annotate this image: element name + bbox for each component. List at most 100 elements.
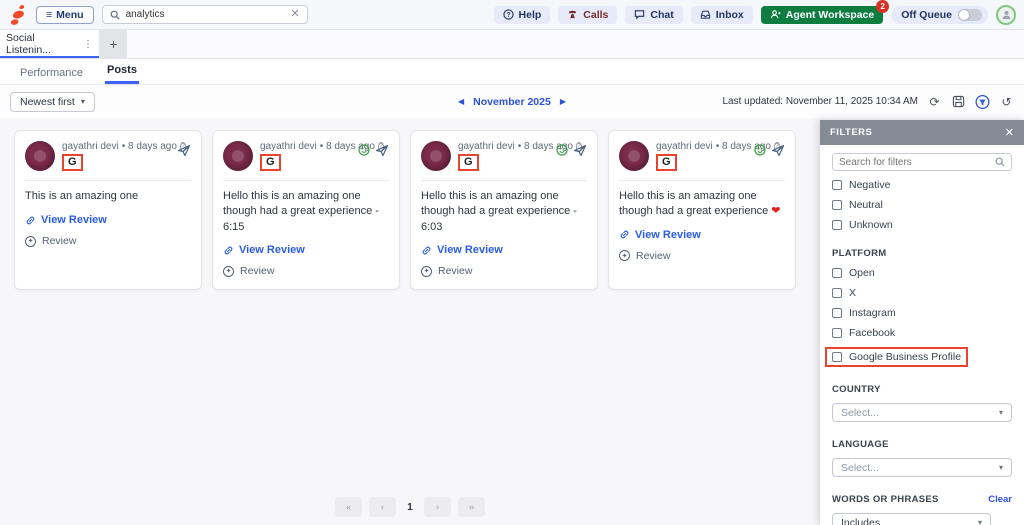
person-icon: [1002, 10, 1010, 20]
first-page-button[interactable]: «: [335, 497, 362, 517]
sentiment-filter-list: Negative Neutral Unknown: [832, 179, 1012, 231]
language-select[interactable]: Select... ▾: [832, 458, 1012, 477]
post-text: Hello this is an amazing one though had …: [223, 190, 379, 233]
sentiment-checkbox-row[interactable]: Negative: [832, 179, 890, 191]
posts-grid: gayathri devi • 8 days ago ? G This is a…: [14, 130, 796, 291]
send-icon[interactable]: [771, 144, 785, 157]
next-page-button[interactable]: ›: [424, 497, 451, 517]
post-author: gayathri devi: [656, 141, 713, 152]
last-page-button[interactable]: »: [458, 497, 485, 517]
agent-icon: [770, 10, 781, 19]
platform-checkbox-row[interactable]: Facebook: [832, 327, 895, 339]
country-select[interactable]: Select... ▾: [832, 403, 1012, 422]
review-type-label: ✦ Review: [223, 265, 389, 277]
checkbox[interactable]: [832, 288, 842, 298]
new-tab-button[interactable]: +: [100, 30, 127, 58]
prev-month-icon[interactable]: ◀: [458, 97, 464, 106]
checkbox[interactable]: [832, 268, 842, 278]
checkbox[interactable]: [832, 220, 842, 230]
view-review-link[interactable]: View Review: [619, 229, 785, 241]
checkbox[interactable]: [832, 328, 842, 338]
toggle-switch[interactable]: [958, 8, 982, 21]
platform-checkbox-row[interactable]: Open: [832, 267, 875, 279]
post-avatar: [223, 141, 253, 171]
language-section-label: LANGUAGE: [832, 439, 889, 450]
send-icon[interactable]: [177, 144, 191, 157]
view-review-link[interactable]: View Review: [223, 244, 389, 256]
filter-icon[interactable]: [975, 94, 990, 109]
hamburger-icon: ≡: [46, 8, 53, 21]
card-divider: [421, 180, 587, 181]
positive-sentiment-icon: [556, 144, 568, 156]
review-icon: ✦: [619, 250, 630, 262]
month-label: November 2025: [473, 95, 551, 108]
current-page-number: 1: [407, 501, 413, 513]
post-avatar: [25, 141, 55, 171]
menu-button[interactable]: ≡ Menu: [36, 5, 94, 24]
checkbox[interactable]: [832, 200, 842, 210]
clear-link[interactable]: Clear: [988, 494, 1012, 505]
pagination: « ‹ 1 › »: [0, 497, 820, 517]
undo-icon[interactable]: ↺: [999, 94, 1014, 109]
tab-options-icon[interactable]: ⋮: [83, 39, 93, 50]
link-icon: [620, 230, 629, 239]
close-icon[interactable]: ✕: [1005, 126, 1014, 139]
sentiment-checkbox-row[interactable]: Unknown: [832, 219, 893, 231]
review-type-label: ✦ Review: [25, 235, 191, 247]
filter-search-input[interactable]: [839, 156, 990, 168]
card-divider: [25, 180, 191, 181]
calls-button[interactable]: Calls: [558, 5, 618, 24]
off-queue-toggle[interactable]: Off Queue: [891, 5, 988, 24]
words-section-label: WORDS OR PHRASES: [832, 494, 939, 505]
positive-sentiment-icon: [358, 144, 370, 156]
review-icon: ✦: [25, 235, 36, 247]
filters-panel: FILTERS ✕ Negative Neutral Unkn: [820, 120, 1024, 525]
review-type-label: ✦ Review: [421, 265, 587, 277]
post-author: gayathri devi: [260, 141, 317, 152]
filters-header: FILTERS ✕: [820, 120, 1024, 145]
send-icon[interactable]: [375, 144, 389, 157]
save-icon[interactable]: [951, 94, 966, 109]
next-month-icon[interactable]: ▶: [560, 97, 566, 106]
svg-text:?: ?: [506, 12, 510, 19]
post-card: gayathri devi • 8 days ago ? G Hello thi…: [410, 130, 598, 291]
clear-search-icon[interactable]: ✕: [290, 9, 299, 20]
view-review-link[interactable]: View Review: [421, 244, 587, 256]
search-input[interactable]: [125, 9, 285, 20]
prev-page-button[interactable]: ‹: [369, 497, 396, 517]
platform-checkbox-row[interactable]: Google Business Profile: [825, 347, 969, 367]
refresh-icon[interactable]: ⟳: [927, 94, 942, 109]
platform-section-label: PLATFORM: [832, 248, 887, 259]
inbox-button[interactable]: Inbox: [690, 5, 753, 24]
platform-checkbox-row[interactable]: Instagram: [832, 307, 896, 319]
google-platform-icon-highlight: G: [260, 154, 281, 171]
link-icon: [224, 246, 233, 255]
post-meta: • 8 days ago: [121, 141, 177, 152]
chevron-down-icon: ▾: [80, 97, 85, 106]
platform-checkbox-row[interactable]: X: [832, 287, 856, 299]
checkbox[interactable]: [832, 308, 842, 318]
sort-dropdown[interactable]: Newest first ▾: [10, 91, 95, 112]
checkbox[interactable]: [832, 352, 842, 362]
view-tabs: Performance Posts: [0, 59, 1024, 85]
filter-search[interactable]: [832, 153, 1012, 171]
tab-social-listening[interactable]: Social Listenin... ⋮: [0, 30, 100, 58]
chat-button[interactable]: Chat: [625, 5, 683, 24]
agent-workspace-button[interactable]: Agent Workspace 2: [760, 0, 890, 24]
view-review-link[interactable]: View Review: [25, 214, 191, 226]
post-author: gayathri devi: [62, 141, 119, 152]
send-icon[interactable]: [573, 144, 587, 157]
user-avatar[interactable]: [996, 4, 1016, 25]
global-search[interactable]: ✕: [101, 5, 308, 24]
checkbox[interactable]: [832, 180, 842, 190]
workspace-tab-bar: Social Listenin... ⋮ +: [0, 30, 1024, 59]
post-author: gayathri devi: [458, 141, 515, 152]
top-header: ≡ Menu ✕ ? Help Calls Chat Inbox Agent W…: [0, 0, 1024, 30]
post-avatar: [619, 141, 649, 171]
tab-performance[interactable]: Performance: [18, 62, 85, 84]
help-button[interactable]: ? Help: [493, 5, 551, 24]
positive-sentiment-icon: [754, 144, 766, 156]
sentiment-checkbox-row[interactable]: Neutral: [832, 199, 883, 211]
tab-posts[interactable]: Posts: [104, 59, 139, 84]
words-condition-select[interactable]: Includes ▾: [832, 513, 991, 525]
